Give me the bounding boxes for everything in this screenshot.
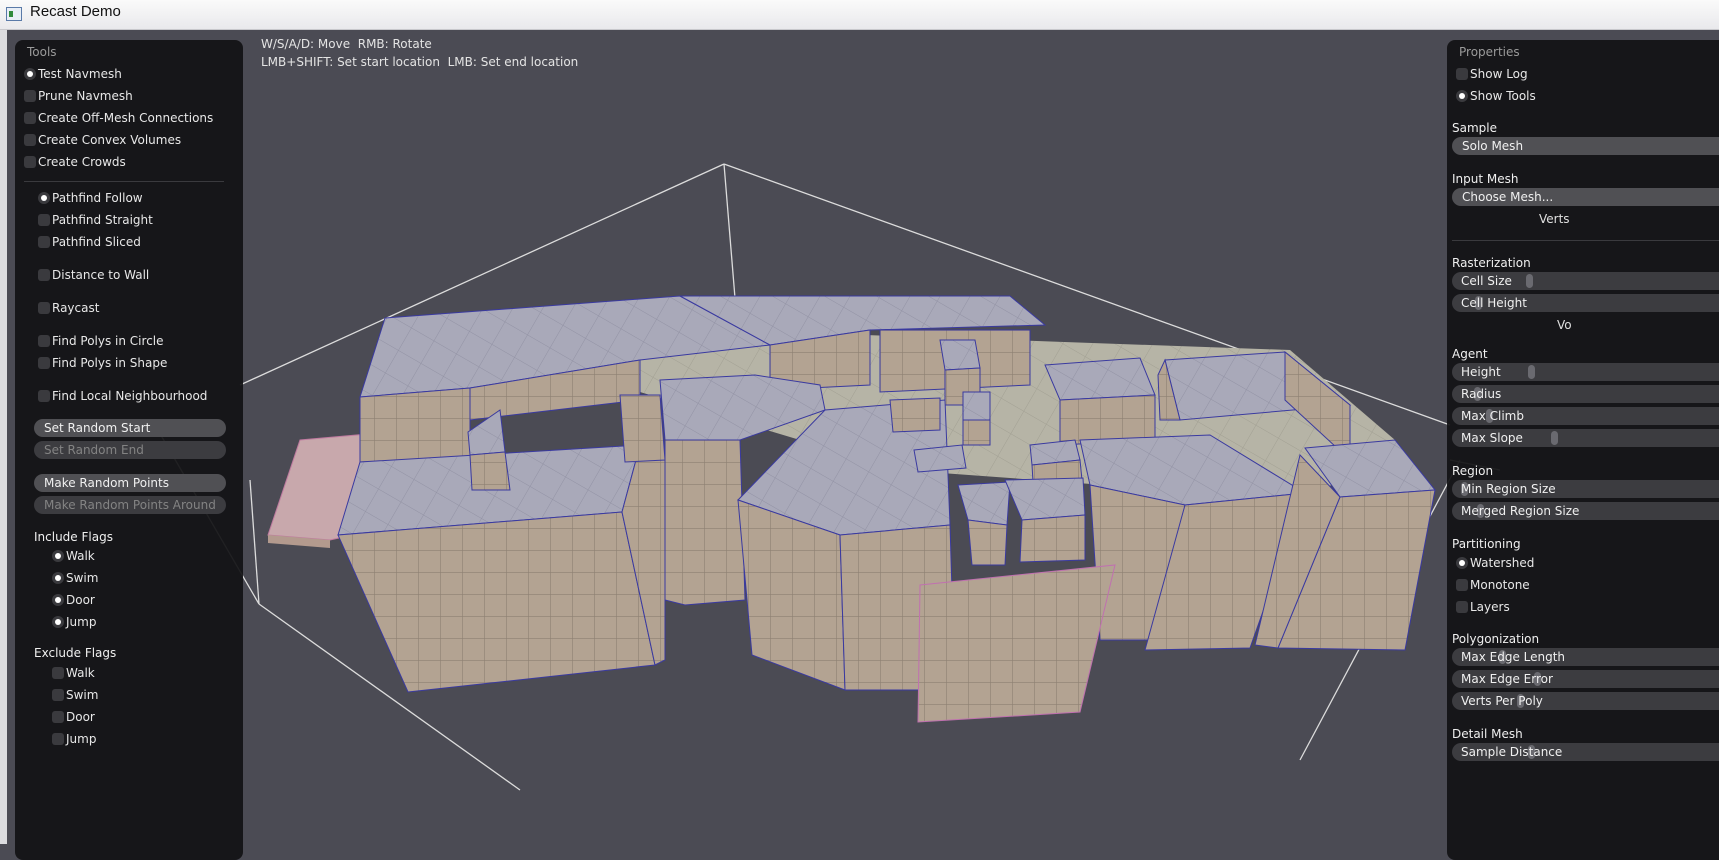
- partitioning-heading: Partitioning: [1452, 537, 1521, 551]
- min-region-size-slider[interactable]: Min Region Size: [1452, 480, 1719, 498]
- max-edge-length-slider[interactable]: Max Edge Length: [1452, 648, 1719, 666]
- checkbox-icon: [38, 236, 50, 248]
- checkbox-icon: [38, 269, 50, 281]
- tools-panel-title: Tools: [27, 45, 57, 59]
- agent-max-slope-slider[interactable]: Max Slope: [1452, 429, 1719, 447]
- agent-radius-slider[interactable]: Radius: [1452, 385, 1719, 403]
- max-edge-error-slider[interactable]: Max Edge Error: [1452, 670, 1719, 688]
- polygonization-heading: Polygonization: [1452, 632, 1540, 646]
- controls-hint-location: LMB+SHIFT: Set start location LMB: Set e…: [261, 55, 579, 69]
- checkbox-icon: [38, 302, 50, 314]
- radio-icon: [38, 192, 50, 204]
- checkbox-icon: [52, 572, 64, 584]
- radio-icon: [1456, 557, 1468, 569]
- set-random-end-button[interactable]: Set Random End: [34, 441, 226, 459]
- tools-panel: Tools Test Navmesh Prune Navmesh Create …: [15, 40, 243, 860]
- checkbox-icon: [24, 90, 36, 102]
- app-icon: [6, 7, 22, 21]
- mesh-verts-label: Verts: [1539, 212, 1570, 226]
- controls-hint-move: W/S/A/D: Move RMB: Rotate: [261, 37, 432, 51]
- window-border: [0, 30, 7, 844]
- make-random-points-around-button[interactable]: Make Random Points Around: [34, 496, 226, 514]
- checkbox-icon: [52, 616, 64, 628]
- sample-heading: Sample: [1452, 121, 1497, 135]
- agent-height-slider[interactable]: Height: [1452, 363, 1719, 381]
- radio-icon: [24, 68, 36, 80]
- verts-per-poly-slider[interactable]: Verts Per Poly: [1452, 692, 1719, 710]
- radio-icon: [1456, 601, 1468, 613]
- checkbox-icon: [24, 134, 36, 146]
- divider: [1452, 240, 1719, 241]
- agent-heading: Agent: [1452, 347, 1488, 361]
- checkbox-icon: [38, 335, 50, 347]
- cell-height-slider[interactable]: Cell Height: [1452, 294, 1719, 312]
- checkbox-icon: [38, 390, 50, 402]
- merged-region-size-slider[interactable]: Merged Region Size: [1452, 502, 1719, 520]
- checkbox-icon: [24, 156, 36, 168]
- window-title: Recast Demo: [30, 3, 121, 20]
- slider-thumb[interactable]: [1526, 274, 1533, 288]
- make-random-points-button[interactable]: Make Random Points: [34, 474, 226, 492]
- region-heading: Region: [1452, 464, 1494, 478]
- checkbox-icon: [38, 357, 50, 369]
- checkbox-icon: [1456, 90, 1468, 102]
- radio-icon: [1456, 579, 1468, 591]
- slider-thumb[interactable]: [1528, 365, 1535, 379]
- agent-max-climb-slider[interactable]: Max Climb: [1452, 407, 1719, 425]
- input-mesh-heading: Input Mesh: [1452, 172, 1519, 186]
- checkbox-icon: [38, 214, 50, 226]
- choose-mesh-button[interactable]: Choose Mesh...: [1452, 188, 1719, 206]
- checkbox-icon: [52, 667, 64, 679]
- checkbox-icon: [52, 594, 64, 606]
- divider: [24, 181, 224, 182]
- checkbox-icon: [1456, 68, 1468, 80]
- exclude-flags-heading: Exclude Flags: [34, 646, 117, 660]
- checkbox-icon: [52, 550, 64, 562]
- checkbox-icon: [52, 689, 64, 701]
- include-flags-heading: Include Flags: [34, 530, 113, 544]
- checkbox-icon: [52, 733, 64, 745]
- checkbox-icon: [52, 711, 64, 723]
- detail-mesh-heading: Detail Mesh: [1452, 727, 1523, 741]
- rasterization-heading: Rasterization: [1452, 256, 1531, 270]
- sample-distance-slider[interactable]: Sample Distance: [1452, 743, 1719, 761]
- properties-panel-title: Properties: [1459, 45, 1520, 59]
- set-random-start-button[interactable]: Set Random Start: [34, 419, 226, 437]
- voxels-label: Vo: [1557, 318, 1572, 332]
- slider-thumb[interactable]: [1551, 431, 1558, 445]
- sample-select-button[interactable]: Solo Mesh: [1452, 137, 1719, 155]
- title-bar[interactable]: Recast Demo: [0, 0, 1719, 30]
- properties-panel: Properties Show Log Show Tools Sample So…: [1447, 40, 1719, 860]
- checkbox-icon: [24, 112, 36, 124]
- cell-size-slider[interactable]: Cell Size: [1452, 272, 1719, 290]
